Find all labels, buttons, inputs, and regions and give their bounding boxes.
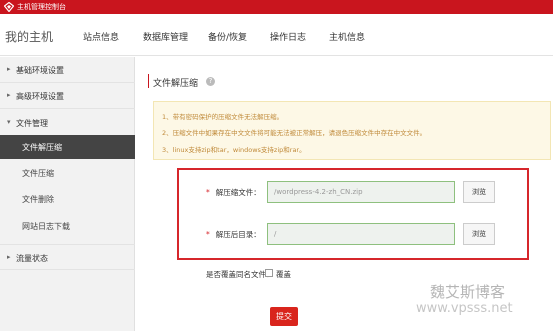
section-divider bbox=[148, 74, 149, 88]
sidebar-item-zip[interactable]: 文件压缩 bbox=[0, 161, 135, 185]
chevron-right-icon: ▸ bbox=[7, 65, 11, 73]
chevron-right-icon: ▸ bbox=[7, 253, 11, 261]
sidebar-item-label: 文件删除 bbox=[22, 195, 54, 204]
overwrite-label: 是否覆盖同名文件： bbox=[206, 270, 274, 279]
brand-title[interactable]: 我的主机 bbox=[5, 28, 53, 45]
sidebar-group-label: 流量状态 bbox=[16, 254, 48, 263]
archive-file-input[interactable] bbox=[267, 181, 455, 203]
required-marker: * bbox=[206, 188, 210, 197]
overwrite-option-label[interactable]: 覆盖 bbox=[276, 269, 291, 280]
sidebar-item-unzip[interactable]: 文件解压缩 bbox=[0, 135, 135, 159]
sidebar-item-log-download[interactable]: 网站日志下载 bbox=[0, 214, 135, 238]
sidebar-item-delete[interactable]: 文件删除 bbox=[0, 187, 135, 211]
browse-target-button[interactable]: 浏览 bbox=[463, 223, 495, 245]
help-icon[interactable]: ? bbox=[206, 77, 215, 86]
sidebar-group-traffic[interactable]: ▸ 流量状态 bbox=[0, 244, 135, 270]
archive-file-label: * 解压缩文件： bbox=[206, 187, 261, 198]
tip-line: 3、linux支持zip和tar，windows支持zip和rar。 bbox=[162, 146, 306, 154]
target-dir-label-text: 解压后目录： bbox=[215, 230, 261, 239]
chevron-down-icon: ▾ bbox=[7, 118, 11, 126]
archive-file-label-text: 解压缩文件： bbox=[215, 188, 261, 197]
target-dir-input[interactable] bbox=[267, 223, 455, 245]
tips-notice: 1、带有密码保护的压缩文件无法解压缩。 2、压缩文件中如果存在中文文件将可能无法… bbox=[153, 101, 551, 160]
sidebar-group-basic-env[interactable]: ▸ 基础环境设置 bbox=[0, 57, 135, 83]
required-marker: * bbox=[206, 230, 210, 239]
sidebar-group-label: 基础环境设置 bbox=[16, 66, 64, 75]
browse-archive-button[interactable]: 浏览 bbox=[463, 181, 495, 203]
watermark-name: 魏艾斯博客 bbox=[430, 283, 506, 301]
overwrite-checkbox[interactable] bbox=[265, 269, 273, 277]
nav-host-info[interactable]: 主机信息 bbox=[329, 30, 365, 43]
sidebar-item-label: 文件压缩 bbox=[22, 169, 54, 178]
tip-line: 1、带有密码保护的压缩文件无法解压缩。 bbox=[162, 113, 284, 121]
app-title: 主机管理控制台 bbox=[17, 3, 66, 11]
unzip-form: * 解压缩文件： 浏览 * 解压后目录： 浏览 bbox=[177, 168, 529, 260]
nav-backup-restore[interactable]: 备份/恢复 bbox=[208, 30, 247, 43]
sidebar-group-label: 高级环境设置 bbox=[16, 92, 64, 101]
sidebar-group-file-manager[interactable]: ▾ 文件管理 bbox=[0, 110, 135, 136]
submit-button[interactable]: 提交 bbox=[270, 307, 298, 326]
nav-operation-log[interactable]: 操作日志 bbox=[270, 30, 306, 43]
chevron-right-icon: ▸ bbox=[7, 91, 11, 99]
sidebar: ▸ 基础环境设置 ▸ 高级环境设置 ▾ 文件管理 文件解压缩 文件压缩 文件删除… bbox=[0, 57, 135, 331]
sidebar-item-label: 网站日志下载 bbox=[22, 222, 70, 231]
sidebar-group-advanced-env[interactable]: ▸ 高级环境设置 bbox=[0, 83, 135, 109]
target-dir-label: * 解压后目录： bbox=[206, 229, 261, 240]
sidebar-item-label: 文件解压缩 bbox=[22, 143, 62, 152]
tip-line: 2、压缩文件中如果存在中文文件将可能无法被正常解压，请退色压缩文件中存在中文文件… bbox=[162, 129, 427, 137]
nav-database[interactable]: 数据库管理 bbox=[143, 30, 188, 43]
title-bar: 主机管理控制台 bbox=[0, 0, 553, 14]
nav-site-info[interactable]: 站点信息 bbox=[83, 30, 119, 43]
top-navigation: 我的主机 站点信息 数据库管理 备份/恢复 操作日志 主机信息 bbox=[0, 14, 553, 56]
watermark-url: www.vpsss.net bbox=[416, 301, 513, 316]
page-title: 文件解压缩 bbox=[153, 79, 199, 89]
sidebar-group-label: 文件管理 bbox=[16, 119, 48, 128]
app-logo-icon bbox=[4, 2, 14, 12]
